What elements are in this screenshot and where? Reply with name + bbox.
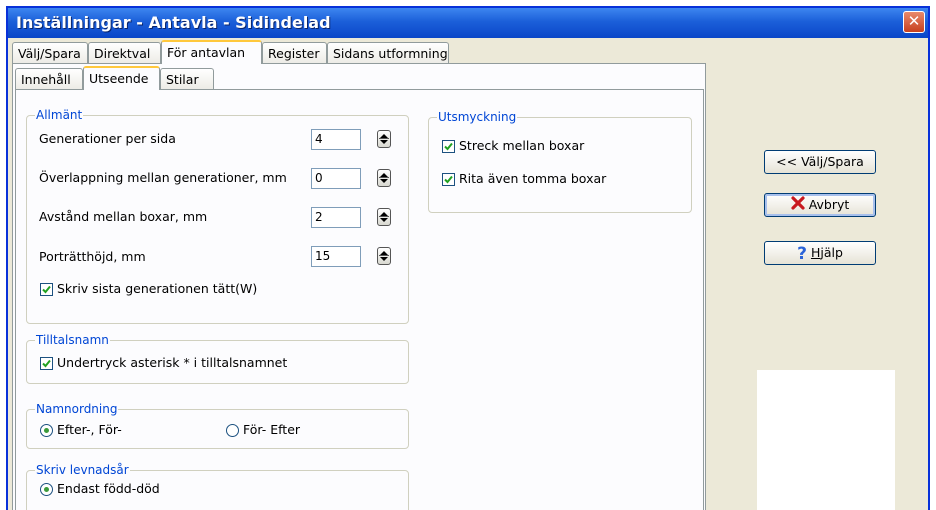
tab-for-antavlan[interactable]: För antavlan (161, 40, 262, 64)
tab-panel-for-antavlan: Innehåll Utseende Stilar Allmänt Generat… (12, 63, 706, 510)
draw-empty-boxes-label: Rita även tomma boxar (459, 171, 607, 186)
draw-empty-boxes-checkbox[interactable] (442, 173, 455, 186)
tab-direktval[interactable]: Direktval (88, 42, 161, 64)
life-years-group: Skriv levnadsår Endast född-död (26, 463, 409, 510)
close-icon: ✕ (907, 12, 921, 30)
dense-last-gen-checkbox[interactable] (40, 283, 53, 296)
portrait-height-spinner[interactable] (377, 247, 391, 265)
name-order-radio-efter-for[interactable] (40, 424, 53, 437)
box-spacing-spinner[interactable] (377, 208, 391, 226)
help-mnemonic: H (810, 245, 821, 260)
tab-innehall[interactable]: Innehåll (15, 68, 83, 90)
general-legend: Allmänt (35, 108, 84, 122)
checkmark-icon (444, 175, 453, 184)
tab-stilar[interactable]: Stilar (160, 68, 214, 90)
life-years-label-birth-death: Endast född-död (57, 481, 160, 496)
tab-panel-utseende: Allmänt Generationer per sida 4 Överlapp… (15, 89, 704, 510)
title-bar[interactable]: Inställningar - Antavla - Sidindelad ✕ (8, 8, 928, 38)
help-button-label: jälp (820, 245, 843, 260)
window-title: Inställningar - Antavla - Sidindelad (16, 13, 331, 32)
nickname-legend: Tilltalsnamn (35, 333, 110, 347)
life-years-radio-birth-death[interactable] (40, 483, 53, 496)
generations-per-page-input[interactable]: 4 (311, 129, 361, 150)
name-order-label-for-efter: För- Efter (243, 422, 301, 437)
checkmark-icon (42, 285, 51, 294)
overlap-spinner[interactable] (377, 169, 391, 187)
decoration-legend: Utsmyckning (437, 110, 518, 124)
overlap-input[interactable]: 0 (311, 168, 361, 189)
tab-utseende[interactable]: Utseende (83, 66, 160, 90)
box-spacing-input[interactable]: 2 (311, 207, 361, 228)
question-mark-icon: ? (797, 243, 807, 264)
checkmark-icon (444, 142, 453, 151)
help-button[interactable]: ? Hjälp (764, 241, 876, 265)
suppress-asterisk-label: Undertryck asterisk * i tilltalsnamnet (57, 355, 288, 370)
tab-register[interactable]: Register (262, 42, 327, 64)
name-order-radio-for-efter[interactable] (226, 424, 239, 437)
portrait-height-input[interactable]: 15 (311, 246, 361, 267)
generations-per-page-label: Generationer per sida (39, 131, 176, 146)
tab-valj-spara[interactable]: Välj/Spara (12, 42, 88, 64)
suppress-asterisk-checkbox[interactable] (40, 357, 53, 370)
preview-area (757, 370, 895, 510)
choose-save-button[interactable]: << Välj/Spara (764, 150, 876, 174)
close-button[interactable]: ✕ (903, 11, 925, 33)
red-x-icon (791, 195, 805, 217)
dense-last-gen-label: Skriv sista generationen tätt(W) (57, 281, 258, 296)
decoration-group: Utsmyckning Streck mellan boxar Rita äve… (428, 110, 692, 213)
cancel-button[interactable]: Avbryt (764, 193, 876, 217)
generations-per-page-spinner[interactable] (377, 130, 391, 148)
nickname-group: Tilltalsnamn Undertryck asterisk * i til… (26, 333, 409, 384)
lines-between-boxes-checkbox[interactable] (442, 140, 455, 153)
settings-window: Inställningar - Antavla - Sidindelad ✕ V… (6, 6, 930, 510)
box-spacing-label: Avstånd mellan boxar, mm (39, 209, 208, 224)
cancel-button-label: Avbryt (808, 197, 850, 212)
overlap-label: Överlappning mellan generationer, mm (39, 170, 287, 185)
life-years-legend: Skriv levnadsår (35, 463, 130, 477)
portrait-height-label: Porträtthöjd, mm (39, 249, 146, 264)
name-order-legend: Namnordning (35, 402, 119, 416)
name-order-group: Namnordning Efter-, För- För- Efter (26, 402, 409, 449)
tab-sidans-utformning[interactable]: Sidans utformning (327, 42, 449, 64)
checkmark-icon (42, 359, 51, 368)
dialog-client: Välj/Spara Direktval För antavlan Regist… (8, 38, 928, 510)
lines-between-boxes-label: Streck mellan boxar (459, 138, 585, 153)
general-group: Allmänt Generationer per sida 4 Överlapp… (26, 108, 409, 324)
name-order-label-efter-for: Efter-, För- (57, 422, 122, 437)
